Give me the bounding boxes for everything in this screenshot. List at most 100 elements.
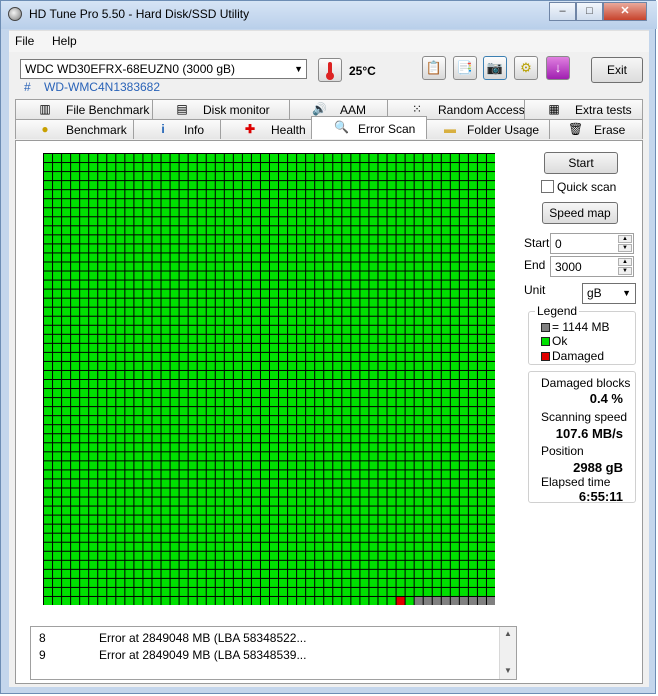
scan-block-ok — [333, 479, 342, 488]
scan-block-ok — [125, 434, 134, 443]
quick-scan-checkbox[interactable] — [541, 180, 554, 193]
scan-block-ok — [80, 443, 89, 452]
scan-block-ok — [279, 587, 288, 596]
scan-block-ok — [53, 587, 62, 596]
start-input[interactable]: 0 ▲ ▼ — [550, 233, 634, 254]
scan-block-ok — [98, 461, 107, 470]
menu-bar: File Help — [9, 30, 649, 53]
copy-screen-button[interactable]: 📑 — [453, 56, 477, 80]
tab-file-benchmark[interactable]: ▥ File Benchmark — [15, 99, 153, 119]
scan-block-ok — [342, 587, 351, 596]
scan-block-ok — [486, 163, 495, 172]
scan-block-ok — [315, 497, 324, 506]
scan-block-ok — [125, 307, 134, 316]
scan-block-ok — [378, 380, 387, 389]
scan-block-ok — [414, 325, 423, 334]
tab-extra-tests[interactable]: ▦ Extra tests — [524, 99, 643, 119]
menu-help[interactable]: Help — [52, 34, 77, 48]
options-button[interactable]: ⚙ — [514, 56, 538, 80]
scan-block-ok — [378, 578, 387, 587]
log-scrollbar[interactable]: ▲ ▼ — [499, 627, 516, 679]
scan-block-ok — [125, 389, 134, 398]
scan-block-ok — [152, 497, 161, 506]
scan-block-ok — [297, 380, 306, 389]
end-spinner[interactable]: ▲ ▼ — [618, 258, 632, 275]
scan-block-ok — [405, 208, 414, 217]
scan-block-ok — [342, 289, 351, 298]
maximize-button[interactable]: □ — [576, 2, 603, 21]
scan-block-ok — [62, 515, 71, 524]
copy-text-button[interactable]: 📋 — [422, 56, 446, 80]
scan-block-ok — [279, 425, 288, 434]
scan-block-ok — [134, 163, 143, 172]
close-button[interactable]: ✕ — [603, 2, 647, 21]
tab-disk-monitor[interactable]: ▤ Disk monitor — [152, 99, 290, 119]
scan-block-ok — [242, 434, 251, 443]
scan-block-ok — [486, 172, 495, 181]
scan-block-ok — [89, 389, 98, 398]
scan-block-ok — [44, 524, 53, 533]
scan-block-ok — [143, 425, 152, 434]
minimize-button[interactable]: – — [549, 2, 576, 21]
scan-block-ok — [125, 172, 134, 181]
scroll-down-icon[interactable]: ▼ — [501, 664, 515, 678]
scan-block-ok — [143, 172, 152, 181]
tab-health[interactable]: ✚ Health — [220, 119, 312, 139]
scan-block-ok — [62, 488, 71, 497]
tab-erase[interactable]: 🗑 Erase — [549, 119, 643, 139]
scan-block-ok — [134, 407, 143, 416]
error-log-list[interactable]: 8 Error at 2849048 MB (LBA 58348522... 9… — [30, 626, 517, 680]
scan-block-ok — [441, 488, 450, 497]
scroll-up-icon[interactable]: ▲ — [501, 627, 515, 641]
tab-benchmark[interactable]: ● Benchmark — [15, 119, 134, 139]
tab-info[interactable]: i Info — [133, 119, 221, 139]
window-title: HD Tune Pro 5.50 - Hard Disk/SSD Utility — [29, 7, 250, 21]
scan-block-ok — [477, 226, 486, 235]
scan-block-ok — [215, 398, 224, 407]
scan-block-ok — [242, 587, 251, 596]
scan-block-ok — [179, 416, 188, 425]
unit-select[interactable]: gB ▼ — [582, 283, 636, 304]
end-input[interactable]: 3000 ▲ ▼ — [550, 256, 634, 277]
exit-button[interactable]: Exit — [591, 57, 643, 83]
scan-block-ok — [89, 271, 98, 280]
scan-block-ok — [197, 461, 206, 470]
start-scan-button[interactable]: Start — [544, 152, 618, 174]
screenshot-button[interactable]: 📷 — [483, 56, 507, 80]
scan-block-ok — [215, 515, 224, 524]
scan-block-ok — [387, 172, 396, 181]
menu-file[interactable]: File — [15, 34, 34, 48]
scan-block-ok — [423, 163, 432, 172]
scan-block-ok — [423, 343, 432, 352]
scan-block-ok — [116, 307, 125, 316]
scan-block-ok — [89, 316, 98, 325]
scan-block-ok — [378, 515, 387, 524]
scan-block-ok — [342, 389, 351, 398]
scan-block-ok — [324, 280, 333, 289]
scan-block-ok — [441, 479, 450, 488]
scan-block-ok — [423, 569, 432, 578]
drive-select[interactable]: WDC WD30EFRX-68EUZN0 (3000 gB) ▼ — [20, 59, 307, 79]
title-bar[interactable]: HD Tune Pro 5.50 - Hard Disk/SSD Utility… — [1, 1, 657, 29]
scan-block-ok — [297, 289, 306, 298]
scan-block-ok — [360, 325, 369, 334]
start-spinner[interactable]: ▲ ▼ — [618, 235, 632, 252]
scan-block-ok — [333, 407, 342, 416]
download-button[interactable]: ↓ — [546, 56, 570, 80]
scan-block-ok — [441, 280, 450, 289]
scan-block-ok — [134, 280, 143, 289]
scan-block-ok — [143, 587, 152, 596]
scan-block-ok — [324, 506, 333, 515]
scan-block-ok — [152, 479, 161, 488]
scan-block-ok — [215, 181, 224, 190]
scan-block-ok — [224, 524, 233, 533]
scan-block-ok — [270, 343, 279, 352]
scan-block-ok — [441, 452, 450, 461]
scan-block-ok — [170, 334, 179, 343]
scan-block-ok — [288, 506, 297, 515]
tab-error-scan[interactable]: 🔍 Error Scan — [311, 116, 427, 139]
tab-folder-usage[interactable]: ▬ Folder Usage — [426, 119, 550, 139]
scan-block-ok — [125, 596, 134, 605]
scan-block-ok — [44, 452, 53, 461]
speed-map-button[interactable]: Speed map — [542, 202, 618, 224]
